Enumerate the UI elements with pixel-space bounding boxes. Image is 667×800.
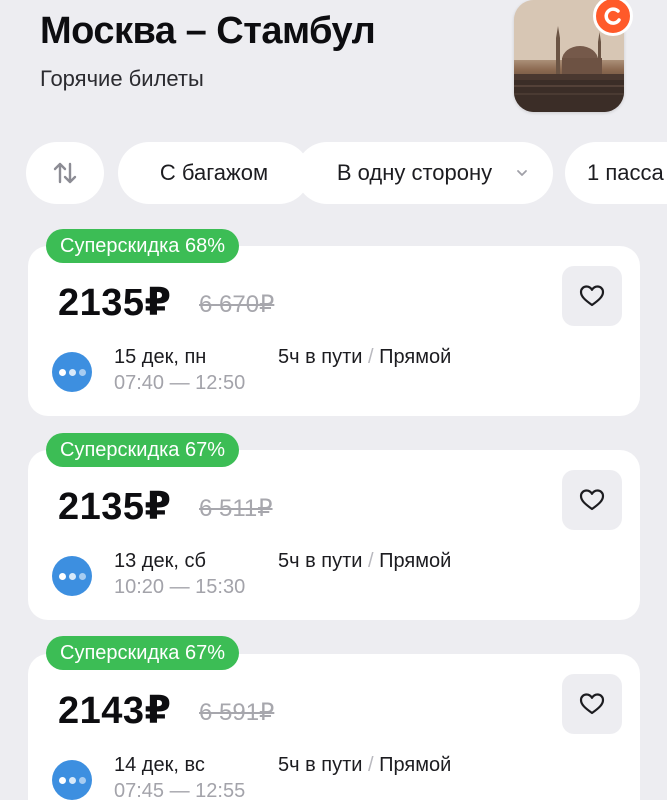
discount-badge: Суперскидка 67% xyxy=(46,636,240,670)
filter-bar: С багажом В одну сторону 1 пасса xyxy=(26,142,667,204)
heart-icon xyxy=(579,693,605,715)
baggage-filter-chip[interactable]: С багажом xyxy=(118,142,310,204)
ticket-old-price: 6 511₽ xyxy=(199,495,273,522)
swap-direction-button[interactable] xyxy=(26,142,104,204)
airline-logo-icon xyxy=(52,760,92,800)
heart-icon xyxy=(579,285,605,307)
hot-tickets-screen: Москва – Стамбул Горячие билеты С багажо… xyxy=(0,0,667,800)
brand-logo-icon xyxy=(593,0,633,36)
separator: / xyxy=(368,550,374,572)
page-subtitle: Горячие билеты xyxy=(40,66,204,91)
flight-times: 07:40 — 12:50 xyxy=(114,372,246,394)
ticket-price: 2135₽ xyxy=(58,282,172,324)
ticket-card[interactable]: 2135₽ 6 511₽ 13 дек, сб 10:20 — 15:30 5ч… xyxy=(28,450,640,620)
separator: / xyxy=(368,346,374,368)
flight-times: 10:20 — 15:30 xyxy=(114,576,246,598)
airline-logo-icon xyxy=(52,556,92,596)
direction-label: В одну сторону xyxy=(336,160,493,185)
airline-logo-icon xyxy=(52,352,92,392)
heart-icon xyxy=(579,489,605,511)
duration-text: 5ч в пути xyxy=(278,754,363,776)
flight-type: Прямой xyxy=(379,550,452,572)
flight-duration: 5ч в пути / Прямой xyxy=(278,754,451,777)
duration-text: 5ч в пути xyxy=(278,346,363,368)
flight-date: 13 дек, сб xyxy=(114,550,206,572)
flight-type: Прямой xyxy=(379,754,452,776)
favorite-button[interactable] xyxy=(562,266,622,326)
passengers-chip[interactable]: 1 пасса xyxy=(565,142,667,204)
duration-text: 5ч в пути xyxy=(278,550,363,572)
flight-date: 14 дек, вс xyxy=(114,754,205,776)
separator: / xyxy=(368,754,374,776)
flight-duration: 5ч в пути / Прямой xyxy=(278,346,451,369)
page-title: Москва – Стамбул xyxy=(40,10,376,52)
ticket-price: 2143₽ xyxy=(58,690,172,732)
ticket-card[interactable]: 2143₽ 6 591₽ 14 дек, вс 07:45 — 12:55 5ч… xyxy=(28,654,640,800)
favorite-button[interactable] xyxy=(562,470,622,530)
ticket-price: 2135₽ xyxy=(58,486,172,528)
ticket-old-price: 6 591₽ xyxy=(199,699,275,726)
flight-duration: 5ч в пути / Прямой xyxy=(278,550,451,573)
flight-type: Прямой xyxy=(379,346,452,368)
flight-times: 07:45 — 12:55 xyxy=(114,780,246,800)
flight-date: 15 дек, пн xyxy=(114,346,207,368)
discount-badge: Суперскидка 68% xyxy=(46,229,240,263)
favorite-button[interactable] xyxy=(562,674,622,734)
discount-badge: Суперскидка 67% xyxy=(46,433,240,467)
direction-dropdown[interactable]: В одну сторону xyxy=(296,142,553,204)
swap-arrows-icon xyxy=(53,162,77,184)
chevron-down-icon xyxy=(517,170,527,176)
ticket-old-price: 6 670₽ xyxy=(199,291,275,318)
ticket-card[interactable]: 2135₽ 6 670₽ 15 дек, пн 07:40 — 12:50 5ч… xyxy=(28,246,640,416)
